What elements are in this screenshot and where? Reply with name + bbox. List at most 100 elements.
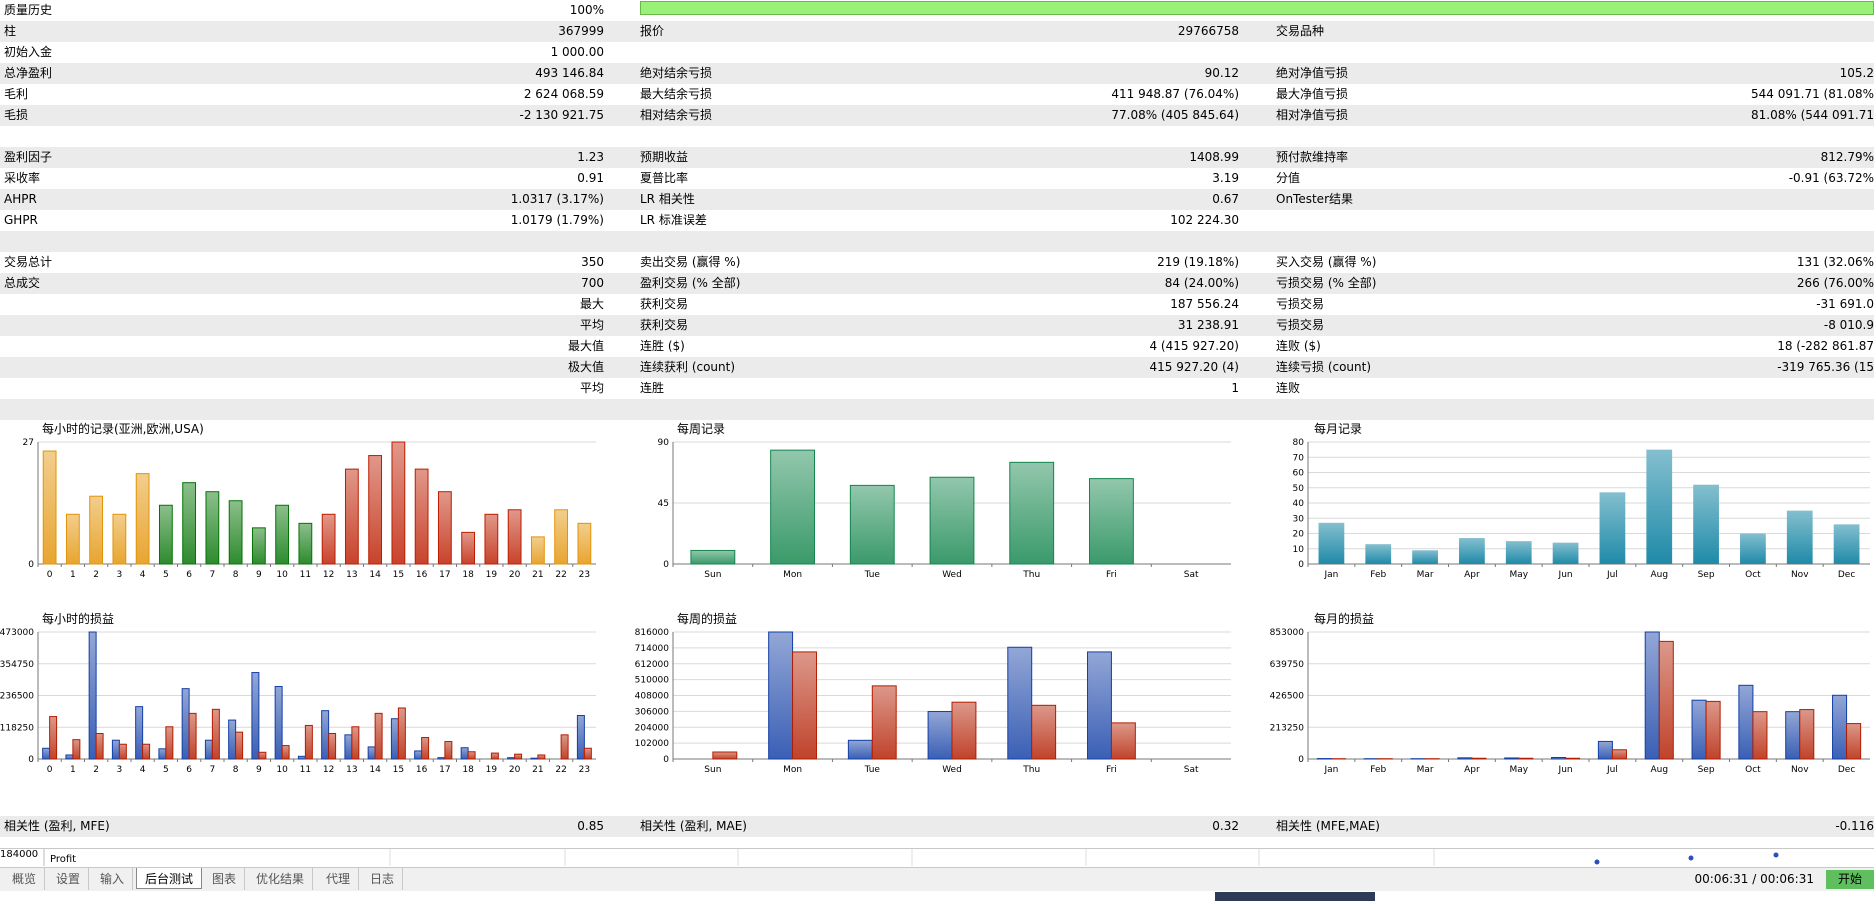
bar [42, 450, 57, 565]
y-tick-label: 510000 [635, 676, 669, 686]
stat-value: -31 691.0 [1816, 297, 1874, 311]
bar [204, 739, 213, 760]
stats-row: 初始入金 1 000.00 [0, 42, 1874, 63]
stats-row: 总净盈利 493 146.84 绝对结余亏损 90.12 绝对净值亏损 105.2 [0, 63, 1874, 84]
tab-inputs[interactable]: 输入 [92, 868, 134, 890]
chart-title: 每小时的损益 [42, 612, 115, 626]
bar [1110, 722, 1136, 760]
x-tick-label: Sep [1698, 570, 1715, 580]
stat-value: 1408.99 [1189, 150, 1239, 164]
bar [849, 484, 895, 565]
stat-label: 获利交易 [640, 297, 689, 311]
stat-label: 亏损交易 [1276, 297, 1325, 311]
x-tick-label: Jul [1606, 570, 1618, 580]
stat-label: 卖出交易 (赢得 %) [640, 255, 741, 269]
bar [65, 754, 74, 760]
x-tick-label: 8 [233, 570, 239, 580]
stat-label: 报价 [640, 24, 665, 38]
bar [1318, 522, 1345, 564]
stat-value: 最大值 [567, 339, 604, 353]
y-tick-label: 639750 [1270, 660, 1304, 670]
tab-optimization-results[interactable]: 优化结果 [248, 868, 314, 890]
bar [951, 701, 977, 760]
stats-row [0, 231, 1874, 252]
tab-graph[interactable]: 图表 [204, 868, 246, 890]
y-tick-label: 0 [1298, 755, 1304, 765]
bar [274, 686, 283, 760]
bar [577, 522, 592, 565]
y-tick-label: 853000 [1270, 628, 1304, 638]
stat-label: 预付款维持率 [1276, 150, 1349, 164]
x-tick-label: Dec [1838, 570, 1855, 580]
y-tick-label: 213250 [1270, 723, 1304, 733]
bar [374, 712, 383, 760]
x-tick-label: 8 [233, 765, 239, 775]
x-tick-label: Thu [1022, 570, 1040, 580]
stat-value: 31 238.91 [1177, 318, 1239, 332]
bar [1009, 461, 1055, 565]
bar [95, 732, 104, 760]
bar [1597, 740, 1613, 760]
chart-title: 每月的损益 [1314, 612, 1375, 626]
bar [1832, 694, 1848, 760]
stat-value: 2 624 068.59 [523, 87, 604, 101]
stat-value: 105.2 [1839, 66, 1874, 80]
stat-value: 544 091.71 (81.08% [1751, 87, 1874, 101]
x-tick-label: Fri [1106, 765, 1117, 775]
monthly-count-svg: 0 10 20 30 40 50 60 70 80 Jan Feb Mar Apr May Jun Jul Au… [1293, 438, 1870, 580]
stat-value: 0.67 [1212, 192, 1239, 206]
y-tick-label: 426500 [1270, 692, 1304, 702]
stat-label: 绝对结余亏损 [640, 66, 713, 80]
stat-label: LR 标准误差 [640, 213, 707, 227]
y-tick-label: 0 [28, 755, 34, 765]
stat-value: 平均 [579, 381, 604, 395]
stat-label: 毛利 [4, 87, 29, 101]
bar [1738, 684, 1754, 760]
chart-title: 每周记录 [677, 422, 726, 436]
tab-backtest[interactable]: 后台测试 [136, 868, 203, 889]
bar [444, 741, 453, 760]
stat-label: 买入交易 (赢得 %) [1276, 255, 1377, 269]
x-tick-label: 14 [369, 765, 381, 775]
tab-journal[interactable]: 日志 [362, 868, 404, 890]
x-tick-label: 11 [300, 765, 311, 775]
stat-label: 分值 [1276, 171, 1301, 185]
chart-title: 每小时的记录(亚洲,欧洲,USA) [42, 422, 204, 436]
tab-settings[interactable]: 设置 [48, 868, 90, 890]
x-tick-label: 17 [439, 765, 450, 775]
stats-row: 最大 获利交易 187 556.24 亏损交易 -31 691.0 [0, 294, 1874, 315]
stats-row: 盈利因子 1.23 预期收益 1408.99 预付款维持率 812.79% [0, 147, 1874, 168]
profit-point [1594, 859, 1600, 865]
stat-value: 266 (76.00% [1796, 276, 1874, 290]
bar [414, 750, 423, 760]
chart-title: 每周的损益 [677, 612, 738, 626]
y-tick-label: 27 [23, 438, 34, 448]
bar [712, 751, 738, 760]
stats-row: 最大值 连胜 ($) 4 (415 927.20) 连败 ($) 18 (-282 86… [0, 336, 1874, 357]
y-tick-label: 80 [1293, 438, 1305, 448]
bar [1565, 757, 1581, 760]
x-tick-label: Sep [1698, 765, 1715, 775]
stat-label: 采收率 [4, 171, 41, 185]
profit-point [1773, 852, 1779, 858]
x-tick-label: 10 [276, 765, 288, 775]
stat-label: 盈利因子 [4, 150, 53, 164]
bar [1833, 524, 1860, 564]
tab-overview[interactable]: 概览 [4, 868, 46, 890]
stat-value: 最大 [579, 297, 604, 311]
stat-label: 盈利交易 (% 全部) [640, 276, 741, 290]
x-tick-label: Mar [1417, 765, 1434, 775]
stats-row: 毛利 2 624 068.59 最大结余亏损 411 948.87 (76.04%) 最… [0, 84, 1874, 105]
y-tick-label: 0 [663, 560, 669, 570]
stat-label: 柱 [4, 24, 17, 38]
x-tick-label: Tue [864, 570, 881, 580]
stat-value: 极大值 [567, 360, 604, 374]
x-tick-label: Jan [1323, 570, 1338, 580]
tab-agents[interactable]: 代理 [318, 868, 360, 890]
profit-point [1688, 855, 1694, 861]
y-tick-label: 40 [1293, 499, 1305, 509]
x-tick-label: Sat [1184, 765, 1199, 775]
start-button[interactable]: 开始 [1826, 870, 1874, 889]
bar [397, 707, 406, 760]
x-tick-label: 5 [163, 570, 169, 580]
